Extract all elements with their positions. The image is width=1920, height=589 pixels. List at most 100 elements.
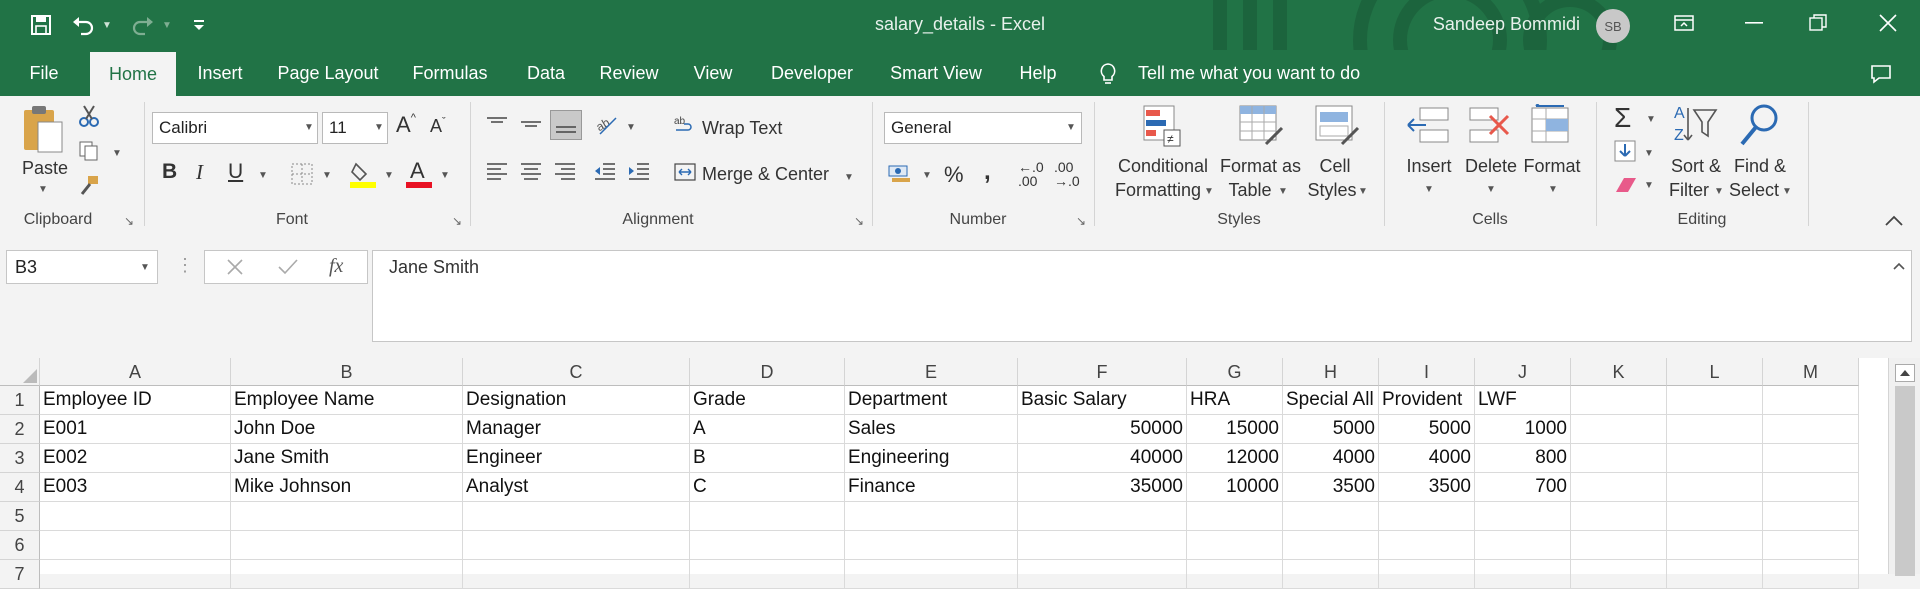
autosum-icon[interactable]: Σ	[1614, 102, 1631, 134]
find-select-label-1[interactable]: Find &	[1732, 156, 1788, 177]
format-as-table-label-2[interactable]: Table	[1222, 180, 1278, 201]
cell-l4[interactable]	[1667, 473, 1763, 502]
bold-icon[interactable]: B	[162, 160, 177, 184]
cell-a4[interactable]: E003	[40, 473, 231, 502]
column-header-d[interactable]: D	[690, 358, 845, 386]
minimize-icon[interactable]	[1722, 0, 1786, 46]
paste-icon[interactable]	[20, 104, 64, 161]
cell-e2[interactable]: Sales	[845, 415, 1018, 444]
cell-b6[interactable]	[231, 531, 463, 560]
cell-styles-label-1[interactable]: Cell	[1310, 156, 1360, 177]
decrease-indent-icon[interactable]	[594, 162, 616, 187]
cell-e1[interactable]: Department	[845, 386, 1018, 415]
cell-f5[interactable]	[1018, 502, 1187, 531]
tab-home[interactable]: Home	[90, 52, 176, 96]
format-cells-dropdown-icon[interactable]: ▼	[1548, 184, 1558, 195]
autosum-dropdown-icon[interactable]: ▼	[1646, 114, 1656, 125]
row-header-5[interactable]: 5	[0, 502, 40, 531]
cell-c7[interactable]	[463, 560, 690, 589]
cell-m5[interactable]	[1763, 502, 1859, 531]
cell-l3[interactable]	[1667, 444, 1763, 473]
cell-i6[interactable]	[1379, 531, 1475, 560]
conditional-formatting-label-2[interactable]: Formatting	[1108, 180, 1208, 201]
cell-g4[interactable]: 10000	[1187, 473, 1283, 502]
underline-dropdown-icon[interactable]: ▼	[258, 170, 268, 181]
number-launcher-icon[interactable]: ↘	[1076, 214, 1086, 228]
cell-styles-icon[interactable]	[1314, 104, 1360, 153]
cell-a6[interactable]	[40, 531, 231, 560]
increase-indent-icon[interactable]	[628, 162, 650, 187]
cell-l7[interactable]	[1667, 560, 1763, 589]
cell-l6[interactable]	[1667, 531, 1763, 560]
cell-g2[interactable]: 15000	[1187, 415, 1283, 444]
tab-developer[interactable]: Developer	[762, 50, 862, 96]
tell-me-search[interactable]: Tell me what you want to do	[1138, 50, 1360, 96]
column-header-a[interactable]: A	[40, 358, 231, 386]
wrap-text-icon[interactable]: ab	[674, 114, 694, 141]
row-header-7[interactable]: 7	[0, 560, 40, 589]
cell-g6[interactable]	[1187, 531, 1283, 560]
column-header-l[interactable]: L	[1667, 358, 1763, 386]
sort-filter-label-1[interactable]: Sort &	[1668, 156, 1724, 177]
ribbon-display-options-icon[interactable]	[1652, 0, 1716, 46]
decrease-decimal-icon[interactable]: .00 →.0	[1054, 160, 1080, 188]
italic-icon[interactable]: I	[196, 160, 203, 185]
tab-smart-view[interactable]: Smart View	[882, 50, 990, 96]
font-size-dropdown-icon[interactable]: ▼	[374, 122, 384, 133]
scroll-up-icon[interactable]	[1895, 364, 1915, 382]
cell-styles-dropdown-icon[interactable]: ▼	[1358, 186, 1368, 197]
cell-m7[interactable]	[1763, 560, 1859, 589]
insert-cells-label[interactable]: Insert	[1404, 156, 1454, 177]
cell-e6[interactable]	[845, 531, 1018, 560]
fill-color-dropdown-icon[interactable]: ▼	[384, 170, 394, 181]
align-bottom-icon[interactable]	[550, 110, 582, 140]
cell-f7[interactable]	[1018, 560, 1187, 589]
collapse-formula-bar-icon[interactable]	[1892, 258, 1906, 276]
cell-i7[interactable]	[1379, 560, 1475, 589]
cell-k4[interactable]	[1571, 473, 1667, 502]
redo-icon[interactable]	[128, 12, 158, 38]
worksheet-grid[interactable]: ABCDEFGHIJKLM 1234567 Employee ID Employe…	[0, 358, 1920, 589]
accounting-dropdown-icon[interactable]: ▼	[922, 170, 932, 181]
tab-view[interactable]: View	[684, 50, 742, 96]
formula-bar[interactable]: Jane Smith	[372, 250, 1912, 342]
tab-file[interactable]: File	[10, 50, 78, 96]
cell-b4[interactable]: Mike Johnson	[231, 473, 463, 502]
cell-k6[interactable]	[1571, 531, 1667, 560]
user-name[interactable]: Sandeep Bommidi	[1433, 14, 1580, 35]
scroll-thumb[interactable]	[1895, 386, 1915, 576]
cut-icon[interactable]	[78, 104, 100, 133]
cell-e5[interactable]	[845, 502, 1018, 531]
format-as-table-label-1[interactable]: Format as	[1220, 156, 1301, 177]
cell-c2[interactable]: Manager	[463, 415, 690, 444]
cell-i2[interactable]: 5000	[1379, 415, 1475, 444]
increase-font-size-icon[interactable]: A^	[396, 112, 416, 138]
tab-formulas[interactable]: Formulas	[404, 50, 496, 96]
collapse-ribbon-icon[interactable]	[1884, 214, 1904, 232]
format-cells-icon[interactable]	[1528, 101, 1572, 153]
restore-icon[interactable]	[1786, 0, 1850, 46]
save-icon[interactable]	[26, 12, 56, 38]
cell-d5[interactable]	[690, 502, 845, 531]
avatar[interactable]: SB	[1596, 9, 1630, 43]
cell-j4[interactable]: 700	[1475, 473, 1571, 502]
cell-c1[interactable]: Designation	[463, 386, 690, 415]
cell-e4[interactable]: Finance	[845, 473, 1018, 502]
cell-a3[interactable]: E002	[40, 444, 231, 473]
cell-f4[interactable]: 35000	[1018, 473, 1187, 502]
row-header-2[interactable]: 2	[0, 415, 40, 444]
cell-d2[interactable]: A	[690, 415, 845, 444]
find-select-label-2[interactable]: Select	[1726, 180, 1782, 201]
cell-i5[interactable]	[1379, 502, 1475, 531]
more-options-icon[interactable]: ⋮	[176, 256, 194, 274]
sort-filter-icon[interactable]: AZ	[1672, 102, 1718, 153]
comments-icon[interactable]	[1870, 64, 1892, 89]
format-painter-icon[interactable]	[78, 174, 100, 201]
format-as-table-icon[interactable]	[1238, 104, 1284, 153]
find-select-icon[interactable]	[1738, 102, 1782, 153]
row-header-3[interactable]: 3	[0, 444, 40, 473]
paste-label[interactable]: Paste	[22, 158, 68, 179]
cell-b1[interactable]: Employee Name	[231, 386, 463, 415]
column-header-k[interactable]: K	[1571, 358, 1667, 386]
cell-j7[interactable]	[1475, 560, 1571, 589]
